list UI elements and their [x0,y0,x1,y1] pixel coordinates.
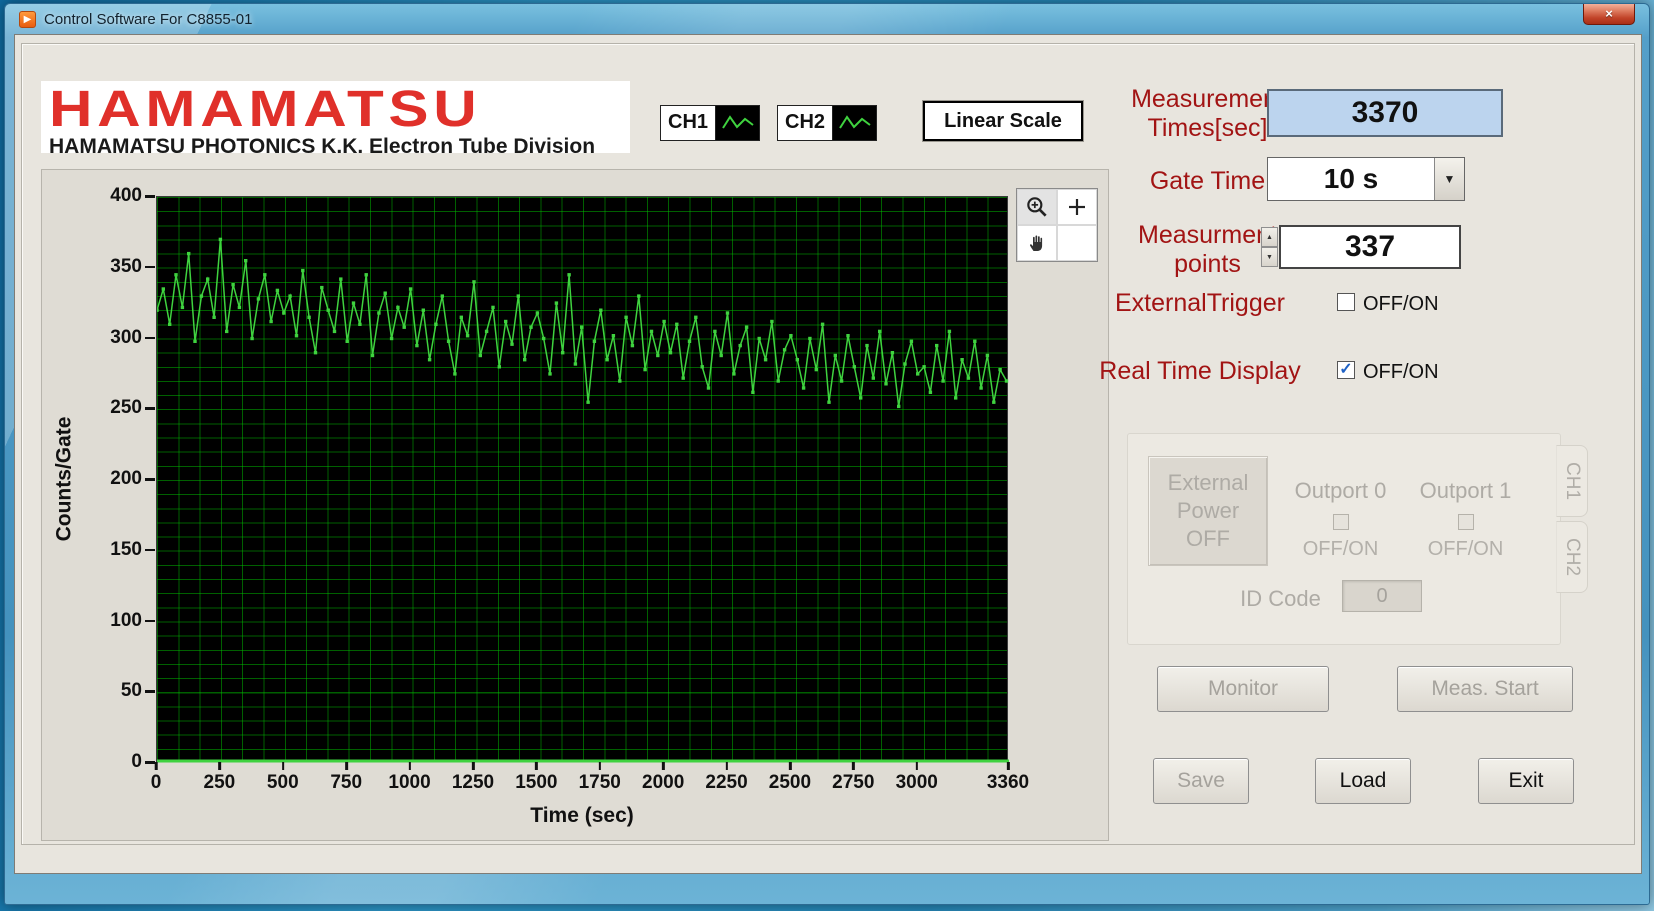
linear-scale-button[interactable]: Linear Scale [923,101,1083,141]
ch1-label: CH1 [661,106,715,140]
x-tick-label: 3000 [896,772,938,794]
data-line-chart [157,197,1009,763]
plot-toolbar [1016,188,1098,262]
real-time-display-offon-label: OFF/ON [1363,361,1439,384]
x-tick-label: 2500 [769,772,811,794]
load-button[interactable]: Load [1315,758,1411,804]
close-button[interactable]: × [1583,4,1635,25]
plus-icon [1065,195,1089,219]
magnifier-plus-icon [1024,194,1050,220]
logo-subtitle: HAMAMATSU PHOTONICS K.K. Electron Tube D… [49,135,622,159]
external-trigger-offon-label: OFF/ON [1363,293,1439,316]
x-tick-label: 750 [330,772,362,794]
exit-button[interactable]: Exit [1478,758,1574,804]
x-tick-label: 1000 [388,772,430,794]
real-time-display-label: Real Time Display [1075,357,1325,386]
app-window: ▶ Control Software For C8855-01 × HAMAMA… [4,3,1650,905]
client-area: HAMAMATSU HAMAMATSU PHOTONICS K.K. Elect… [14,34,1642,874]
pan-tool[interactable] [1017,225,1057,261]
y-tick-label: 350 [82,256,142,278]
x-axis-title: Time (sec) [530,804,634,828]
y-tick-label: 150 [82,539,142,561]
x-tick-label: 2000 [642,772,684,794]
y-tick-label: 250 [82,397,142,419]
ch1-waveform-icon [715,106,759,140]
x-tick-label: 500 [267,772,299,794]
ch2-waveform-icon [832,106,876,140]
y-axis-title: Counts/Gate [48,196,80,762]
ch2-label: CH2 [778,106,832,140]
save-button[interactable]: Save [1153,758,1249,804]
external-trigger-checkbox[interactable] [1337,293,1355,311]
output-group-panel: External Power OFF Outport 0 Outport 1 O… [1127,433,1561,645]
real-time-display-checkbox[interactable] [1337,361,1355,379]
tab-ch1[interactable]: CH1 [1556,445,1588,517]
x-tick-label: 3360 [987,772,1029,794]
hand-icon [1025,231,1049,255]
titlebar: ▶ Control Software For C8855-01 × [5,4,1649,34]
y-tick-label: 50 [82,680,142,702]
x-tick-label: 1500 [515,772,557,794]
tab-ch2[interactable]: CH2 [1556,521,1588,593]
ch2-button[interactable]: CH2 [777,105,877,141]
x-tick-label: 2750 [832,772,874,794]
outport1-label: Outport 1 [1403,478,1528,504]
window-title: Control Software For C8855-01 [44,11,252,28]
x-tick-label: 1750 [579,772,621,794]
meas-start-button[interactable]: Meas. Start [1397,666,1573,712]
external-power-button[interactable]: External Power OFF [1148,456,1268,566]
chart-frame: Counts/Gate 400350300250200150100500 025… [41,169,1109,841]
y-tick-label: 0 [82,751,142,773]
monitor-button[interactable]: Monitor [1157,666,1329,712]
measurement-times-field[interactable]: 3370 [1267,89,1503,137]
id-code-field[interactable]: 0 [1342,580,1422,612]
outport1-checkbox[interactable] [1458,514,1474,530]
measurement-points-field[interactable]: 337 [1279,225,1461,269]
id-code-label: ID Code [1228,586,1333,612]
app-icon: ▶ [19,11,36,28]
y-tick-label: 300 [82,327,142,349]
gate-time-select[interactable]: 10 s ▼ [1267,157,1465,201]
y-tick-label: 400 [82,185,142,207]
chevron-down-icon[interactable]: ▼ [1434,158,1464,200]
y-tick-label: 100 [82,610,142,632]
x-tick-label: 2250 [705,772,747,794]
points-stepper: ▲ ▼ [1261,227,1278,267]
plot-area[interactable] [156,196,1008,762]
outport0-checkbox[interactable] [1333,514,1349,530]
zoom-in-tool[interactable] [1017,189,1057,225]
x-tick-label: 1250 [452,772,494,794]
ch1-button[interactable]: CH1 [660,105,760,141]
gate-time-value: 10 s [1268,163,1434,195]
x-tick-label: 250 [204,772,236,794]
stepper-up-button[interactable]: ▲ [1261,227,1278,247]
outport0-label: Outport 0 [1278,478,1403,504]
outport0-offon-label: OFF/ON [1278,538,1403,561]
outport1-offon-label: OFF/ON [1403,538,1528,561]
x-tick-label: 0 [151,772,162,794]
hamamatsu-logo: HAMAMATSU HAMAMATSU PHOTONICS K.K. Elect… [41,81,630,153]
external-trigger-label: ExternalTrigger [1075,289,1325,318]
stepper-down-button[interactable]: ▼ [1261,247,1278,267]
logo-brand-text: HAMAMATSU [49,83,725,134]
y-tick-label: 200 [82,468,142,490]
